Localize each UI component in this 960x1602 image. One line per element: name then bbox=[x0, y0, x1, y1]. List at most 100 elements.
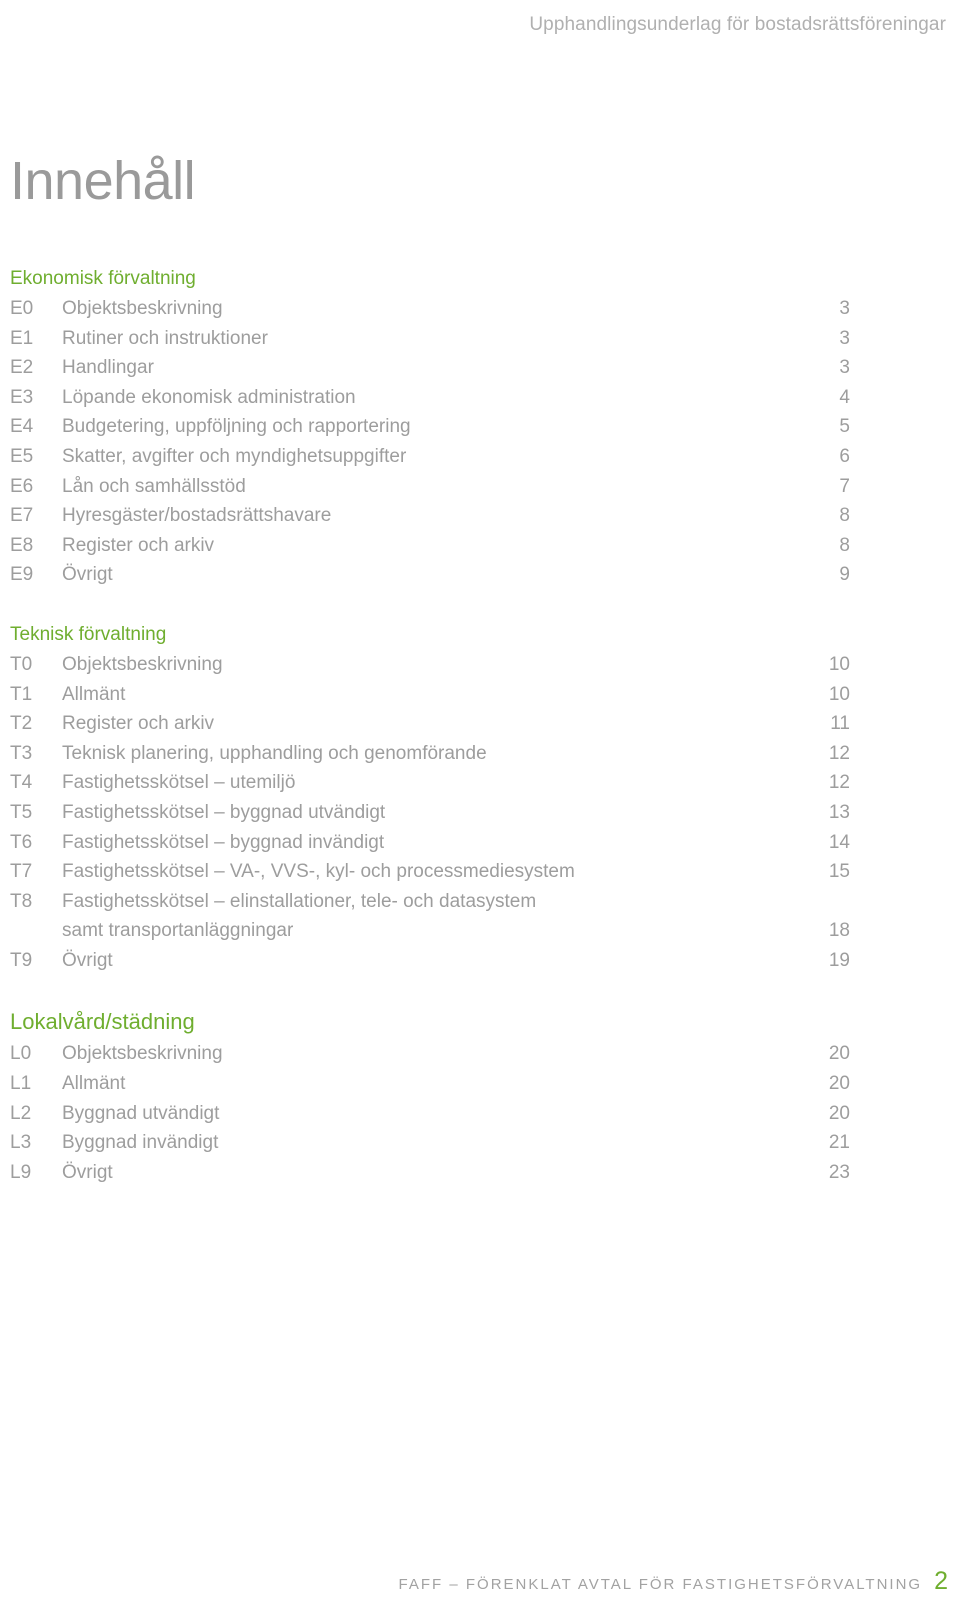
toc-entry[interactable]: E9 Övrigt 9 bbox=[10, 560, 850, 590]
page-title: Innehåll bbox=[10, 151, 196, 212]
toc-entry-page-number: 19 bbox=[828, 949, 850, 971]
table-of-contents: Ekonomisk förvaltning E0 Objektsbeskrivnin… bbox=[10, 264, 850, 1187]
running-header-title: Upphandlingsunderlag för bostadsrättsför… bbox=[529, 14, 946, 35]
toc-entry[interactable]: E4 Budgetering, uppföljning och rapporter… bbox=[10, 412, 850, 442]
toc-entry-page-number: 20 bbox=[828, 1102, 850, 1124]
toc-entry-page-number: 6 bbox=[839, 445, 850, 467]
toc-entry-label: Löpande ekonomisk administration bbox=[62, 386, 356, 408]
toc-entry[interactable]: T1 Allmänt 10 bbox=[10, 680, 850, 710]
toc-entry-label: Register och arkiv bbox=[62, 713, 215, 735]
toc-entry-label: Handlingar bbox=[62, 357, 154, 379]
toc-entry-code: E4 bbox=[10, 416, 34, 438]
toc-entry-label: Byggnad utvändigt bbox=[62, 1102, 220, 1124]
toc-entry-label: Fastighetsskötsel – byggnad invändigt bbox=[62, 831, 385, 853]
toc-entry-code: T6 bbox=[10, 831, 33, 853]
toc-entry-label: Övrigt bbox=[62, 564, 113, 586]
toc-entry-page-number: 5 bbox=[839, 416, 850, 438]
toc-entry-code: L2 bbox=[10, 1102, 32, 1124]
toc-section: Ekonomisk förvaltning E0 Objektsbeskrivnin… bbox=[10, 264, 850, 590]
toc-entry-page-number: 9 bbox=[839, 564, 850, 586]
toc-entry-label: Hyresgäster/bostadsrättshavare bbox=[62, 505, 332, 527]
toc-entry-page-number: 12 bbox=[828, 742, 850, 764]
toc-entry[interactable]: L2 Byggnad utvändigt 20 bbox=[10, 1099, 850, 1129]
toc-entry-code: T0 bbox=[10, 653, 33, 675]
toc-entry-code: T8 bbox=[10, 890, 33, 912]
toc-entry-page-number: 3 bbox=[839, 298, 850, 319]
toc-entry-page-number: 18 bbox=[828, 920, 850, 942]
toc-entry-page-number: 7 bbox=[839, 475, 850, 497]
toc-section: Lokalvård/städning L0 Objektsbeskrivning 20… bbox=[10, 1005, 850, 1187]
toc-entry-label: samt transportanläggningar bbox=[62, 920, 294, 942]
toc-entry-page-number: 8 bbox=[839, 505, 850, 527]
toc-entry-page-number: 21 bbox=[828, 1132, 850, 1154]
toc-entry[interactable]: E2 Handlingar 3 bbox=[10, 353, 850, 383]
toc-entry[interactable]: E6 Lån och samhällsstöd 7 bbox=[10, 472, 850, 502]
toc-entry[interactable]: E8 Register och arkiv 8 bbox=[10, 531, 850, 561]
toc-entry-page-number: 3 bbox=[839, 327, 850, 349]
toc-entry[interactable]: samt transportanläggningar 18 bbox=[10, 916, 850, 946]
toc-entry-code: E8 bbox=[10, 534, 34, 556]
toc-entry-code: E5 bbox=[10, 445, 34, 467]
toc-entry-page-number: 10 bbox=[828, 653, 850, 675]
toc-entry-label: Övrigt bbox=[62, 949, 113, 971]
toc-entry-code: L3 bbox=[10, 1132, 32, 1154]
toc-entry[interactable]: T4 Fastighetsskötsel – utemiljö 12 bbox=[10, 768, 850, 798]
toc-entry-code: E7 bbox=[10, 505, 34, 527]
toc-entry-code: E0 bbox=[10, 298, 34, 319]
toc-entry-label: Övrigt bbox=[62, 1161, 113, 1183]
toc-entry-code: T9 bbox=[10, 949, 33, 971]
toc-entry[interactable]: T7 Fastighetsskötsel – VA-, VVS-, kyl- oc… bbox=[10, 857, 850, 887]
toc-entry[interactable]: E5 Skatter, avgifter och myndighetsuppgif… bbox=[10, 442, 850, 472]
toc-entry[interactable]: T8 Fastighetsskötsel – elinstallationer, … bbox=[10, 887, 850, 917]
toc-entry[interactable]: T9 Övrigt 19 bbox=[10, 946, 850, 976]
toc-section: Teknisk förvaltning T0 Objektsbeskrivning 1… bbox=[10, 620, 850, 976]
toc-entry-label: Skatter, avgifter och myndighetsuppgifte… bbox=[62, 445, 407, 467]
toc-entry-page-number: 12 bbox=[828, 772, 850, 794]
toc-entry[interactable]: T5 Fastighetsskötsel – byggnad utvändigt 1… bbox=[10, 798, 850, 828]
toc-section-heading: Ekonomisk förvaltning bbox=[10, 268, 196, 289]
toc-entry[interactable]: L9 Övrigt 23 bbox=[10, 1158, 850, 1188]
footer-document-title: FAFF – FÖRENKLAT AVTAL FÖR FASTIGHETSFÖR… bbox=[398, 1576, 923, 1593]
toc-entry-page-number: 13 bbox=[828, 801, 850, 823]
toc-entry-label: Fastighetsskötsel – byggnad utvändigt bbox=[62, 801, 386, 823]
toc-entry-code: E3 bbox=[10, 386, 34, 408]
toc-entry-label: Fastighetsskötsel – VA-, VVS-, kyl- och … bbox=[62, 861, 575, 883]
toc-entry-code: T5 bbox=[10, 801, 33, 823]
toc-entry[interactable]: E7 Hyresgäster/bostadsrättshavare 8 bbox=[10, 501, 850, 531]
toc-entry[interactable]: L1 Allmänt 20 bbox=[10, 1069, 850, 1099]
toc-entry-label: Objektsbeskrivning bbox=[62, 653, 223, 675]
toc-entry-code: L0 bbox=[10, 1043, 32, 1065]
toc-entry-label: Fastighetsskötsel – elinstallationer, te… bbox=[62, 890, 537, 912]
toc-entry-code: L9 bbox=[10, 1161, 32, 1183]
toc-entry-label: Objektsbeskrivning bbox=[62, 1043, 223, 1065]
toc-entry[interactable]: T2 Register och arkiv 11 bbox=[10, 709, 850, 739]
toc-entry[interactable]: T3 Teknisk planering, upphandling och gen… bbox=[10, 739, 850, 769]
toc-entry[interactable]: E1 Rutiner och instruktioner 3 bbox=[10, 324, 850, 354]
toc-entry[interactable]: T6 Fastighetsskötsel – byggnad invändigt 1… bbox=[10, 828, 850, 858]
toc-entry[interactable]: L0 Objektsbeskrivning 20 bbox=[10, 1039, 850, 1069]
toc-entry-code: T7 bbox=[10, 861, 33, 883]
toc-entry-page-number: 20 bbox=[828, 1073, 850, 1095]
toc-entry-label: Register och arkiv bbox=[62, 534, 215, 556]
toc-entry-page-number: 23 bbox=[828, 1161, 850, 1183]
toc-entry-label: Allmänt bbox=[62, 683, 126, 705]
toc-entry-code: E2 bbox=[10, 357, 34, 379]
toc-entry[interactable]: E0 Objektsbeskrivning 3 bbox=[10, 294, 850, 324]
toc-entry-label: Fastighetsskötsel – utemiljö bbox=[62, 772, 296, 794]
toc-entry-label: Lån och samhällsstöd bbox=[62, 475, 246, 497]
toc-entry-label: Allmänt bbox=[62, 1073, 126, 1095]
toc-entry[interactable]: E3 Löpande ekonomisk administration 4 bbox=[10, 383, 850, 413]
toc-entry-page-number: 8 bbox=[839, 534, 850, 556]
toc-entry-code: T3 bbox=[10, 742, 33, 764]
toc-entry[interactable]: T0 Objektsbeskrivning 10 bbox=[10, 650, 850, 680]
toc-entry[interactable]: L3 Byggnad invändigt 21 bbox=[10, 1128, 850, 1158]
toc-entry-code: E9 bbox=[10, 564, 34, 586]
toc-entry-code: T4 bbox=[10, 772, 33, 794]
toc-entry-page-number: 4 bbox=[839, 386, 850, 408]
toc-entry-code: T1 bbox=[10, 683, 33, 705]
toc-entry-code: T2 bbox=[10, 713, 33, 735]
footer-page-number: 2 bbox=[934, 1567, 948, 1595]
toc-entry-code: E6 bbox=[10, 475, 34, 497]
toc-entry-page-number: 10 bbox=[828, 683, 850, 705]
toc-section-heading: Lokalvård/städning bbox=[10, 1009, 195, 1035]
